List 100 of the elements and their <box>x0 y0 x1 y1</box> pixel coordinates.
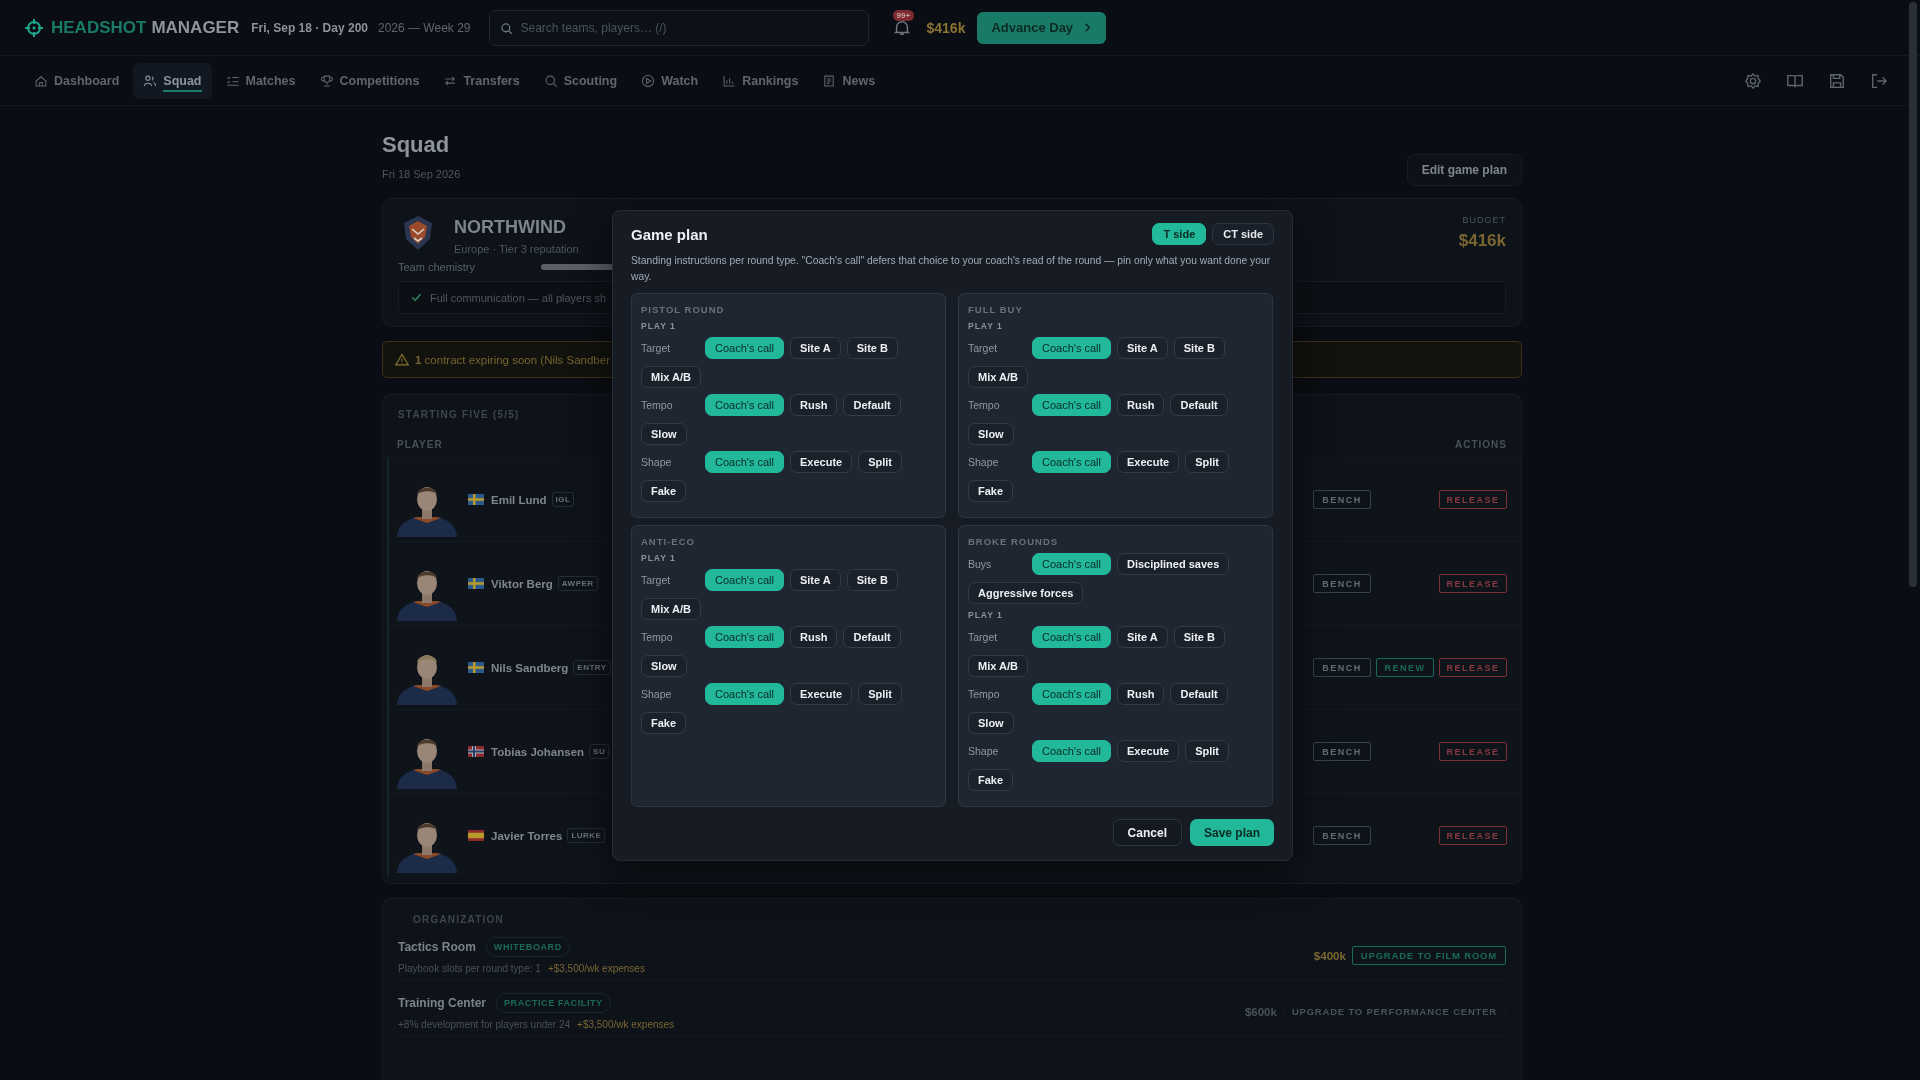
warning-icon <box>395 352 409 367</box>
option-chip[interactable]: Site B <box>1173 626 1225 648</box>
column-header: PLAYER <box>397 439 443 450</box>
option-chip[interactable]: Site B <box>846 569 898 591</box>
option-chip[interactable]: Execute <box>1116 740 1180 762</box>
option-chip[interactable]: Default <box>1170 683 1228 705</box>
bell-icon[interactable] <box>892 18 911 37</box>
option-chip[interactable]: Fake <box>968 480 1014 502</box>
round-type-title: PISTOL ROUND <box>641 304 726 315</box>
option-chip[interactable]: Coach's call <box>1032 740 1111 762</box>
play-heading: PLAY 1 <box>968 610 1004 620</box>
option-chip[interactable]: Fake <box>641 480 687 502</box>
option-chip[interactable]: Slow <box>968 423 1014 445</box>
option-chip[interactable]: Execute <box>789 451 853 473</box>
option-chip[interactable]: Default <box>1170 394 1228 416</box>
option-chip[interactable]: Coach's call <box>1032 337 1111 359</box>
option-chip[interactable]: Coach's call <box>705 626 784 648</box>
house-icon <box>34 73 48 88</box>
option-label: Tempo <box>968 399 1001 411</box>
upgrade-price: $400k <box>1313 949 1346 962</box>
option-chip[interactable]: Site B <box>1173 337 1225 359</box>
option-chip[interactable]: Slow <box>641 423 687 445</box>
dialog-title: Game plan <box>631 225 708 243</box>
bar-chart-icon <box>722 73 737 88</box>
flag-icon <box>468 494 484 505</box>
side-toggle[interactable]: T side <box>1152 223 1207 245</box>
option-chip[interactable]: Rush <box>1116 394 1165 416</box>
upgrade-price: $600k <box>1244 1005 1277 1018</box>
option-chip[interactable]: Site A <box>789 337 841 359</box>
option-chip[interactable]: Slow <box>641 655 687 677</box>
edit-game-plan-button[interactable]: Edit game plan <box>1406 154 1522 186</box>
warning-text: 1 contract expiring soon (Nils Sandber <box>415 353 610 366</box>
player-name: Tobias Johansen <box>491 745 585 758</box>
option-chip[interactable]: Rush <box>789 394 838 416</box>
option-label: Tempo <box>641 631 674 643</box>
chemistry-note: Full communication — all players sh <box>430 291 607 304</box>
facility-effect: Playbook slots per round type: 1 <box>398 963 541 974</box>
option-label: Target <box>968 342 999 354</box>
option-chip[interactable]: Fake <box>968 769 1014 791</box>
nav-tab[interactable]: Squad <box>133 62 212 99</box>
logout-icon[interactable] <box>1870 71 1888 90</box>
search-icon <box>543 73 558 88</box>
option-chip[interactable]: Coach's call <box>1032 451 1111 473</box>
flag-icon <box>468 746 484 757</box>
team-name: NORTHWIND <box>454 217 567 238</box>
option-chip[interactable]: Site A <box>789 569 841 591</box>
option-chip[interactable]: Aggressive forces <box>968 582 1084 604</box>
cancel-button[interactable]: Cancel <box>1112 819 1182 846</box>
option-chip[interactable]: Mix A/B <box>968 366 1028 388</box>
team-region: Europe · Tier 3 reputation <box>454 243 579 255</box>
option-chip[interactable]: Mix A/B <box>968 655 1028 677</box>
option-chip[interactable]: Site A <box>1116 337 1168 359</box>
save-icon[interactable] <box>1828 71 1846 90</box>
player-name: Javier Torres <box>491 829 563 842</box>
trophy-icon <box>319 73 334 88</box>
option-chip[interactable]: Coach's call <box>1032 553 1111 575</box>
option-label: Shape <box>641 456 673 468</box>
flag-icon <box>468 830 484 841</box>
option-chip[interactable]: Coach's call <box>1032 626 1111 648</box>
option-label: Tempo <box>968 688 1001 700</box>
option-chip[interactable]: Disciplined saves <box>1116 553 1230 575</box>
option-label: Shape <box>968 456 1000 468</box>
role-tag: LURKE <box>567 828 606 843</box>
option-chip[interactable]: Coach's call <box>705 337 784 359</box>
dialog-description: Standing instructions per round type. "Coach's call" defers that choice to your coach's read of the round — pin only what you want done your way. <box>631 254 1272 284</box>
option-chip[interactable]: Default <box>843 394 901 416</box>
search-field[interactable]: Search teams, players… (/) <box>488 9 869 46</box>
option-chip[interactable]: Slow <box>968 712 1014 734</box>
chevron-right-icon <box>1083 23 1093 32</box>
search-icon <box>499 21 513 35</box>
side-toggle[interactable]: CT side <box>1212 223 1274 245</box>
option-chip[interactable]: Coach's call <box>705 451 784 473</box>
facility-effect: +8% development for players under 24 <box>398 1019 571 1030</box>
option-chip[interactable]: Rush <box>1116 683 1165 705</box>
option-chip[interactable]: Site B <box>846 337 898 359</box>
option-chip[interactable]: Rush <box>789 626 838 648</box>
option-chip[interactable]: Mix A/B <box>641 366 701 388</box>
scrollbar[interactable] <box>1909 2 1917 587</box>
option-chip[interactable]: Execute <box>789 683 853 705</box>
settings-icon[interactable] <box>1744 71 1762 90</box>
option-chip[interactable]: Coach's call <box>705 569 784 591</box>
option-chip[interactable]: Mix A/B <box>641 598 701 620</box>
facility-name: Tactics Room <box>398 940 476 954</box>
option-chip[interactable]: Execute <box>1116 451 1180 473</box>
option-label: Target <box>641 342 672 354</box>
option-chip[interactable]: Site A <box>1116 626 1168 648</box>
option-label: Buys <box>968 558 993 570</box>
brand-name: HEADSHOT <box>51 17 147 38</box>
option-chip[interactable]: Split <box>1185 740 1229 762</box>
save-plan-button[interactable]: Save plan <box>1189 819 1274 846</box>
option-chip[interactable]: Coach's call <box>705 683 784 705</box>
option-chip[interactable]: Coach's call <box>1032 394 1111 416</box>
option-chip[interactable]: Coach's call <box>1032 683 1111 705</box>
option-chip[interactable]: Coach's call <box>705 394 784 416</box>
option-chip[interactable]: Split <box>858 683 902 705</box>
flag-icon <box>468 662 484 673</box>
option-chip[interactable]: Split <box>858 451 902 473</box>
option-chip[interactable]: Split <box>1185 451 1229 473</box>
option-chip[interactable]: Fake <box>641 712 687 734</box>
option-chip[interactable]: Default <box>843 626 901 648</box>
